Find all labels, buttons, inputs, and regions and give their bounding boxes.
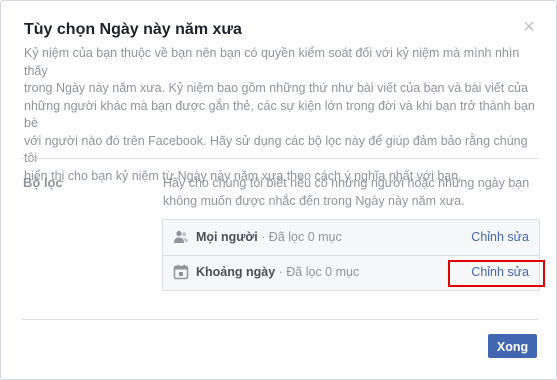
highlight-box xyxy=(448,260,545,287)
filter-row-text: Mọi người · Đã lọc 0 mục xyxy=(196,230,342,244)
filter-row-name: Mọi người xyxy=(196,230,258,244)
filter-row-status: · Đã lọc 0 mục xyxy=(275,265,360,279)
filter-section-description: Hãy cho chúng tôi biết nếu có những ngườ… xyxy=(163,176,530,208)
done-button[interactable]: Xong xyxy=(488,334,537,358)
filter-row-status: · Đã lọc 0 mục xyxy=(257,230,342,244)
calendar-icon xyxy=(173,264,189,280)
close-icon[interactable]: × xyxy=(520,17,538,37)
filter-row-text: Khoảng ngày · Đã lọc 0 mục xyxy=(196,265,359,279)
filter-row-name: Khoảng ngày xyxy=(196,265,276,279)
filter-row-people: Mọi người · Đã lọc 0 mục Chỉnh sửa xyxy=(163,220,539,256)
dialog-title: Tùy chọn Ngày này năm xưa xyxy=(24,21,242,38)
people-icon xyxy=(173,229,189,245)
filter-section-label: Bộ lọc xyxy=(23,175,63,190)
dialog-description: Kỷ niệm của bạn thuộc về bạn nên bạn có … xyxy=(24,46,535,183)
edit-people-link[interactable]: Chỉnh sửa xyxy=(471,230,529,244)
divider xyxy=(22,158,538,159)
divider xyxy=(22,319,538,320)
dialog: Tùy chọn Ngày này năm xưa × Kỷ niệm của … xyxy=(0,0,557,380)
